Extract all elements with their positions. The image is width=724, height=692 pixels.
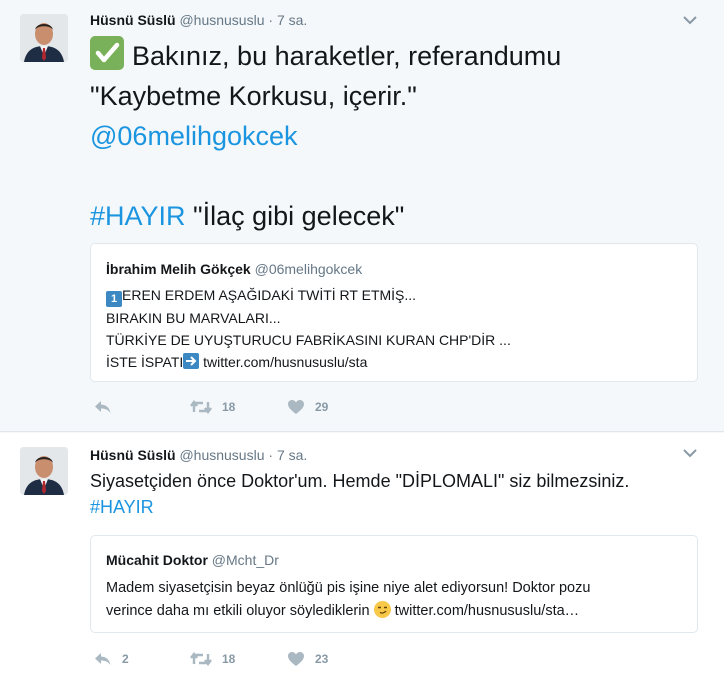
reply-icon (95, 401, 111, 413)
reply-icon (95, 653, 111, 665)
quoted-text-line: verince daha mı etkili oluyor söyledikle… (106, 603, 374, 619)
quoted-tweet[interactable]: İbrahim Melih Gökçek @06melihgokcek 1 ERE… (90, 243, 698, 382)
retweet-icon (190, 652, 212, 666)
retweet-button[interactable]: 18 (190, 651, 235, 667)
smirking-face-emoji (373, 601, 391, 618)
reply-button[interactable]: 2 (94, 651, 129, 667)
heart-icon (288, 652, 304, 666)
quoted-text-line: TÜRKİYE DE UYUŞTURUCU FABRİKASINI KURAN … (106, 332, 511, 348)
white-check-mark-emoji (90, 36, 124, 70)
retweet-icon (190, 400, 212, 414)
chevron-down-icon[interactable] (682, 445, 698, 461)
tweet-time[interactable]: 7 sa. (277, 447, 307, 463)
quoted-author-name: İbrahim Melih Gökçek (106, 261, 251, 277)
quoted-tweet[interactable]: Mücahit Doktor @Mcht_Dr Madem siyasetçis… (90, 535, 698, 633)
tweet-text-line: Bakınız, bu haraketler, referandumu (132, 41, 562, 71)
author-name[interactable]: Hüsnü Süslü (90, 12, 176, 28)
tweet-text: Bakınız, bu haraketler, referandumu "Kay… (90, 36, 561, 236)
like-count: 23 (315, 652, 329, 666)
tweet[interactable]: Hüsnü Süslü @husnususlu · 7 sa. Siyasetç… (0, 433, 724, 692)
quoted-tweet-header: Mücahit Doktor @Mcht_Dr (106, 552, 279, 568)
quoted-author-name: Mücahit Doktor (106, 552, 208, 568)
quoted-author-handle: @06melihgokcek (254, 261, 363, 277)
hashtag-link[interactable]: #HAYIR (90, 497, 154, 517)
author-handle[interactable]: @husnususlu (179, 447, 264, 463)
quoted-author-handle: @Mcht_Dr (211, 552, 279, 568)
tweet-text-line: "İlaç gibi gelecek" (185, 201, 405, 231)
reply-button[interactable] (94, 399, 122, 415)
quoted-tweet-header: İbrahim Melih Gökçek @06melihgokcek (106, 261, 362, 277)
separator-dot: · (268, 447, 274, 463)
heart-icon (288, 400, 304, 414)
quoted-text-line: BIRAKIN BU MARVALARI... (106, 310, 281, 326)
author-name[interactable]: Hüsnü Süslü (90, 447, 176, 463)
tweet-header: Hüsnü Süslü @husnususlu · 7 sa. (90, 12, 307, 28)
quoted-text-line: EREN ERDEM AŞAĞIDAKİ TWİTİ RT ETMİŞ... (122, 287, 417, 303)
retweet-count: 18 (222, 652, 236, 666)
quoted-link: twitter.com/husnususlu/sta (203, 354, 368, 370)
retweet-count: 18 (222, 400, 236, 414)
tweet-text-line: Siyasetçiden önce Doktor'um. Hemde "DİPL… (90, 471, 630, 491)
avatar[interactable] (20, 447, 68, 495)
avatar[interactable] (20, 14, 68, 62)
tweet-text-line: "Kaybetme Korkusu, içerir." (90, 81, 417, 111)
right-arrow-emoji (183, 353, 200, 369)
tweet-time[interactable]: 7 sa. (277, 12, 307, 28)
hashtag-link[interactable]: #HAYIR (90, 201, 186, 231)
mention-link[interactable]: @06melihgokcek (90, 121, 298, 151)
quoted-tweet-text: 1 EREN ERDEM AŞAĞIDAKİ TWİTİ RT ETMİŞ... … (106, 284, 511, 373)
tweet-header: Hüsnü Süslü @husnususlu · 7 sa. (90, 447, 307, 463)
keycap-one-emoji: 1 (106, 291, 122, 307)
tweet[interactable]: Hüsnü Süslü @husnususlu · 7 sa. Bakınız,… (0, 0, 724, 432)
avatar-image (20, 447, 68, 495)
chevron-down-icon[interactable] (682, 12, 698, 28)
author-handle[interactable]: @husnususlu (179, 12, 264, 28)
avatar-image (20, 14, 68, 62)
quoted-link: twitter.com/husnususlu/sta… (390, 603, 580, 619)
like-button[interactable]: 23 (287, 651, 328, 667)
reply-count: 2 (122, 652, 129, 666)
quoted-text-line: Madem siyasetçisin beyaz önlüğü pis işin… (106, 580, 591, 596)
quoted-text-line: İSTE İSPATI (106, 354, 184, 370)
like-button[interactable]: 29 (287, 399, 328, 415)
quoted-tweet-text: Madem siyasetçisin beyaz önlüğü pis işin… (106, 577, 590, 623)
like-count: 29 (315, 400, 329, 414)
tweet-text: Siyasetçiden önce Doktor'um. Hemde "DİPL… (90, 468, 629, 520)
retweet-button[interactable]: 18 (190, 399, 235, 415)
separator-dot: · (268, 12, 274, 28)
